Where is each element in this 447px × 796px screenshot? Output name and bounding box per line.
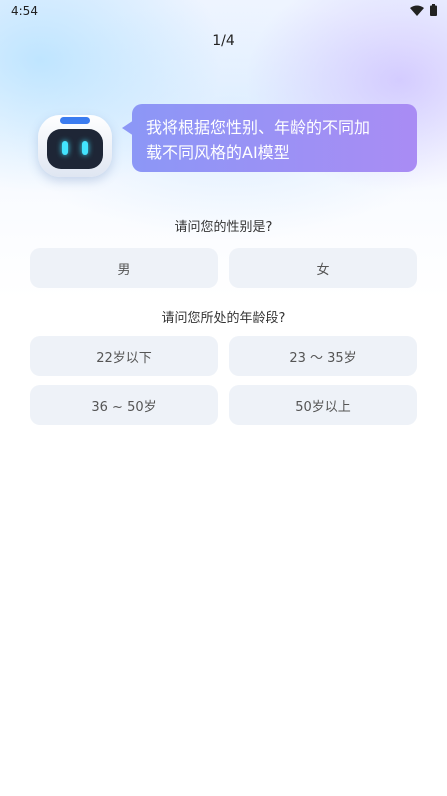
- age-option-under-22[interactable]: 22岁以下: [30, 336, 218, 376]
- robot-antenna: [60, 117, 90, 124]
- status-icons: [410, 4, 437, 16]
- age-option-36-50[interactable]: 36 ~ 50岁: [30, 385, 218, 425]
- age-option-23-35[interactable]: 23 ～ 35岁: [229, 336, 417, 376]
- gender-option-female[interactable]: 女: [229, 248, 417, 288]
- age-option-over-50[interactable]: 50岁以上: [229, 385, 417, 425]
- status-time: 4:54: [11, 4, 38, 18]
- gender-question-label: 请问您的性别是?: [174, 220, 273, 235]
- assistant-speech-bubble: 我将根据您性别、年龄的不同加 载不同风格的AI模型: [132, 104, 417, 172]
- age-question-label: 请问您所处的年龄段?: [161, 311, 286, 326]
- wifi-icon: [410, 5, 424, 16]
- battery-icon: [430, 4, 437, 16]
- page-indicator: 1/4: [212, 33, 235, 49]
- robot-face: [47, 129, 103, 169]
- status-bar: 4:54: [0, 0, 447, 22]
- gender-option-male[interactable]: 男: [30, 248, 218, 288]
- robot-head: [38, 115, 112, 177]
- robot-eye-left: [62, 141, 68, 155]
- robot-icon: [38, 115, 112, 177]
- assistant-message-line2: 载不同风格的AI模型: [146, 143, 290, 162]
- robot-eye-right: [82, 141, 88, 155]
- assistant-message-line1: 我将根据您性别、年龄的不同加: [146, 118, 371, 137]
